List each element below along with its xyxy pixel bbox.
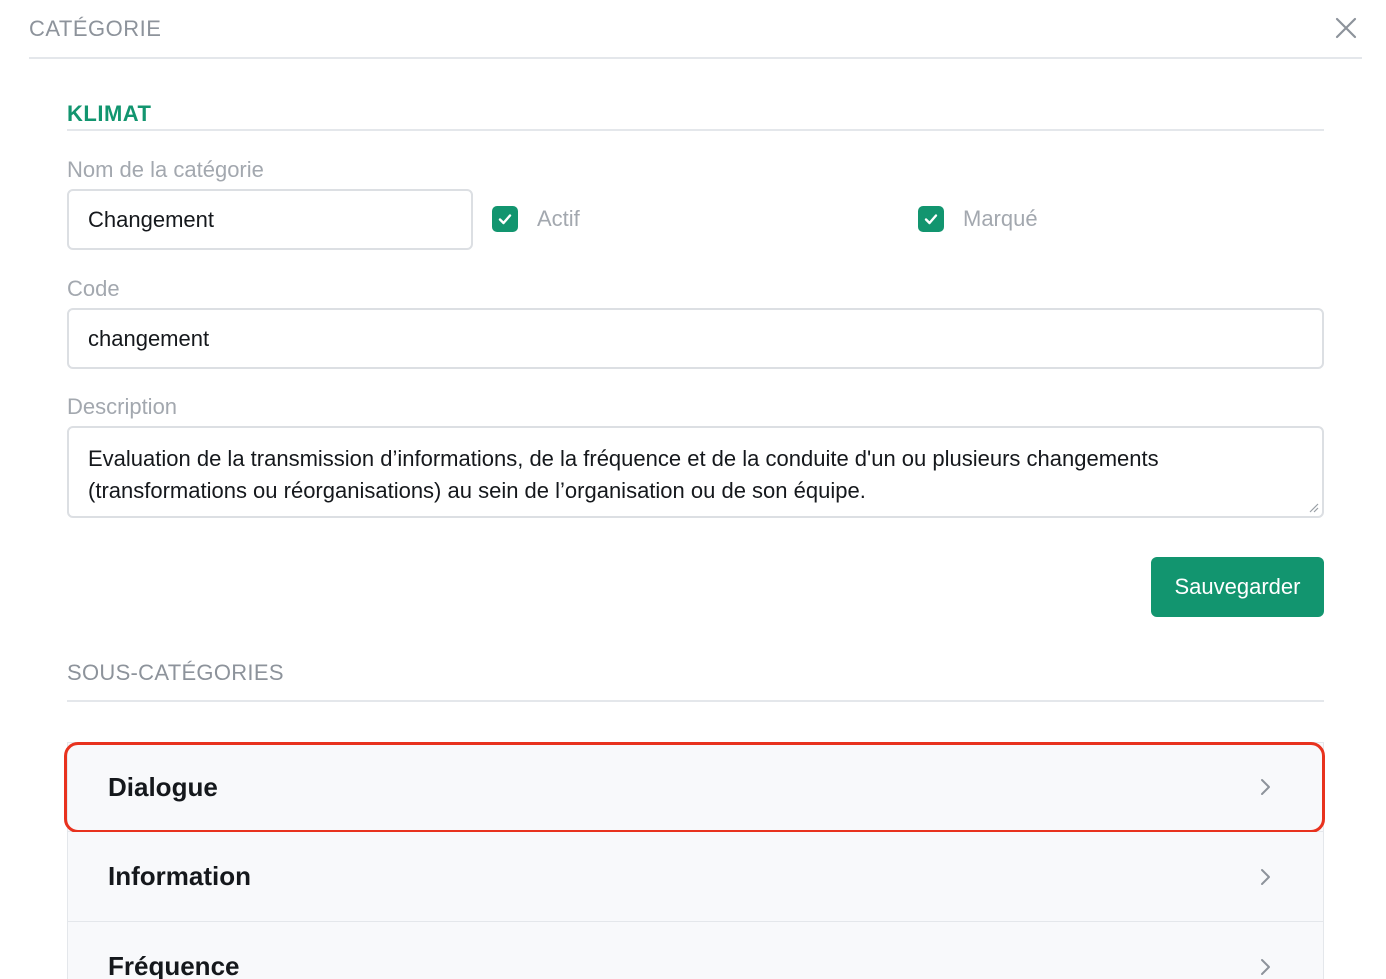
modal-header: CATÉGORIE [29,0,1362,59]
highlight-outline [64,742,1325,833]
divider [67,129,1324,131]
code-input[interactable]: changement [67,308,1324,369]
marked-checkbox-group[interactable]: Marqué [918,206,1038,232]
subcategory-item-information[interactable]: Information [67,832,1324,922]
resize-handle-icon[interactable] [1307,501,1319,513]
description-textarea[interactable]: Evaluation de la transmission d’informat… [67,426,1324,518]
chevron-right-icon [1261,868,1270,885]
subcategory-list: Dialogue Information Fréquence [64,742,1325,979]
check-icon [498,214,512,225]
subcategory-item-dialogue[interactable]: Dialogue [64,742,1325,833]
marked-label: Marqué [963,206,1038,231]
category-group-title: KLIMAT [67,101,152,126]
active-checkbox[interactable] [492,206,518,232]
active-label: Actif [537,206,580,231]
save-button[interactable]: Sauvegarder [1151,557,1324,617]
subcategory-item-frequence[interactable]: Fréquence [67,922,1324,979]
category-modal: CATÉGORIE KLIMAT Nom de la catégorie Cha… [0,0,1386,979]
marked-checkbox[interactable] [918,206,944,232]
active-checkbox-group[interactable]: Actif [492,206,580,232]
divider [67,700,1324,702]
description-text: Evaluation de la transmission d’informat… [88,446,1159,503]
name-input[interactable]: Changement [67,189,473,250]
name-label: Nom de la catégorie [67,157,264,182]
code-label: Code [67,276,120,301]
subcategory-label: Dialogue [108,771,218,802]
check-icon [924,214,938,225]
close-icon[interactable] [1334,16,1358,40]
description-label: Description [67,394,178,419]
chevron-right-icon [1261,779,1270,795]
chevron-right-icon [1261,958,1270,975]
modal-title: CATÉGORIE [29,16,162,41]
subcategories-title: SOUS-CATÉGORIES [67,660,284,685]
subcategory-label: Fréquence [108,951,240,979]
subcategory-label: Information [108,861,251,891]
